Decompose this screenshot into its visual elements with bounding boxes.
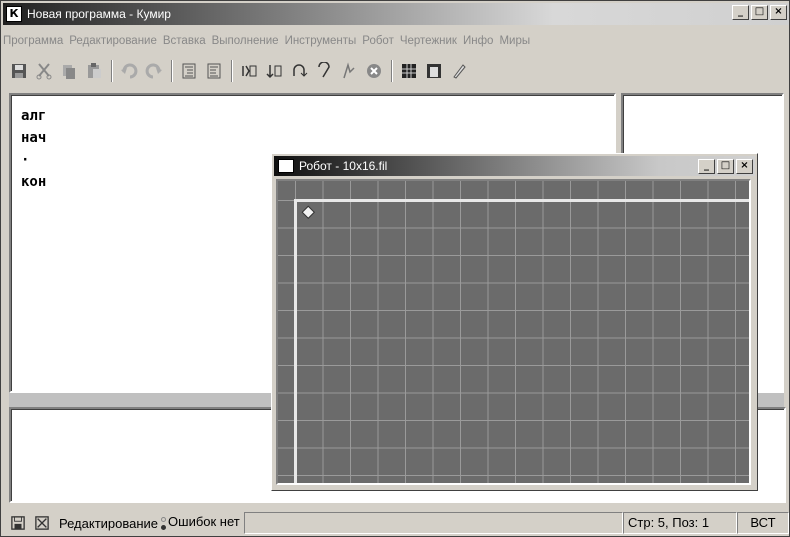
menu-run[interactable]: Выполнение (212, 35, 279, 53)
title-bar[interactable]: К Новая программа - Кумир _ □ × (3, 3, 789, 25)
menu-edit[interactable]: Редактирование (69, 35, 157, 53)
menu-info[interactable]: Инфо (463, 35, 493, 53)
toolbar (7, 57, 472, 85)
stop-icon[interactable] (362, 59, 386, 83)
menu-worlds[interactable]: Миры (499, 35, 530, 53)
menu-insert[interactable]: Вставка (163, 35, 206, 53)
menu-drawer[interactable]: Чертежник (400, 35, 457, 53)
window-title: Новая программа - Кумир (27, 7, 171, 21)
paste-icon[interactable] (82, 59, 106, 83)
redo-icon[interactable] (142, 59, 166, 83)
step-over-icon[interactable] (237, 59, 261, 83)
run-icon[interactable] (287, 59, 311, 83)
code-line[interactable]: · (21, 149, 46, 171)
robot-maximize-button[interactable]: □ (717, 159, 734, 174)
robot-window-title: Робот - 10x16.fil (299, 159, 388, 173)
undo-icon[interactable] (117, 59, 141, 83)
robot-minimize-button[interactable]: _ (698, 159, 715, 174)
menu-bar: Программа Редактирование Вставка Выполне… (3, 35, 536, 53)
grid-icon[interactable] (397, 59, 421, 83)
menu-tools[interactable]: Инструменты (285, 35, 357, 53)
robot-title-bar[interactable]: Робот - 10x16.fil _ □ × (274, 156, 755, 176)
minimize-button[interactable]: _ (732, 5, 749, 20)
cut-icon[interactable] (32, 59, 56, 83)
errors-status: Ошибок нет (168, 514, 240, 529)
maximize-button[interactable]: □ (751, 5, 768, 20)
save-status-icon[interactable] (9, 514, 27, 532)
indent-icon[interactable] (177, 59, 201, 83)
menu-robot[interactable]: Робот (362, 35, 394, 53)
code-line[interactable]: алг (21, 105, 46, 127)
pen-icon[interactable] (447, 59, 471, 83)
robot-window[interactable]: Робот - 10x16.fil _ □ × (271, 153, 758, 491)
code-lines: алг нач · кон (21, 105, 46, 193)
code-line[interactable]: нач (21, 127, 46, 149)
copy-icon[interactable] (57, 59, 81, 83)
main-window: К Новая программа - Кумир _ □ × Программ… (0, 0, 790, 537)
window-icon[interactable] (422, 59, 446, 83)
status-indicator-icon (159, 516, 167, 530)
save-icon[interactable] (7, 59, 31, 83)
robot-icon (301, 205, 315, 219)
robot-grid (278, 181, 749, 483)
kumir-app-icon[interactable]: К (6, 6, 22, 22)
debug-icon[interactable] (337, 59, 361, 83)
unindent-icon[interactable] (202, 59, 226, 83)
robot-close-button[interactable]: × (736, 159, 753, 174)
status-empty-panel (243, 512, 623, 534)
insert-mode-indicator[interactable]: ВСТ (737, 512, 789, 534)
mode-status: Редактирование (59, 515, 159, 531)
menu-program[interactable]: Программа (3, 35, 63, 53)
step-into-icon[interactable] (262, 59, 286, 83)
robot-field[interactable] (276, 179, 751, 485)
code-line[interactable]: кон (21, 171, 46, 193)
cursor-position: Стр: 5, Поз: 1 (623, 512, 737, 534)
close-button[interactable]: × (770, 5, 787, 20)
step-out-icon[interactable] (312, 59, 336, 83)
close-status-icon[interactable] (33, 514, 51, 532)
status-bar: Редактирование Ошибок нет Стр: 5, Поз: 1… (3, 511, 789, 535)
robot-window-icon (278, 159, 294, 173)
